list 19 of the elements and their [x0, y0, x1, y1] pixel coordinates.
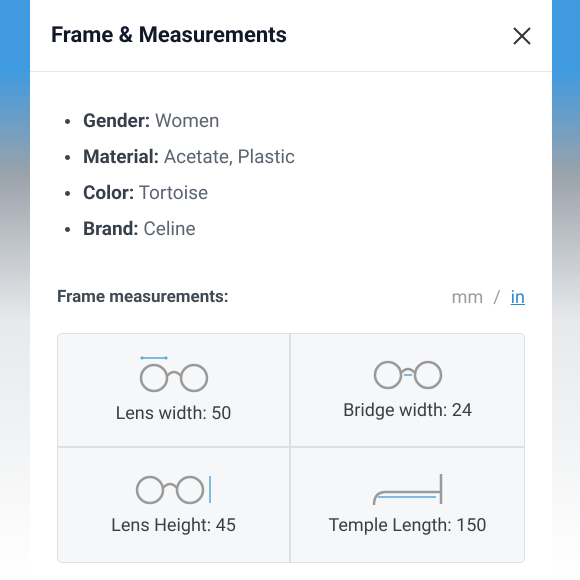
bullet-icon	[65, 155, 70, 160]
measurements-heading: Frame measurements:	[57, 286, 229, 309]
measurement-label: Lens Height: 45	[111, 514, 236, 538]
attribute-text: Material: Acetate, Plastic	[83, 144, 295, 170]
bullet-icon	[65, 119, 70, 124]
measurement-label: Lens width: 50	[116, 402, 232, 426]
attribute-text: Gender: Women	[83, 108, 220, 134]
lens-width-icon	[138, 354, 210, 394]
measurement-label: Temple Length: 150	[328, 514, 486, 538]
unit-separator: /	[493, 286, 501, 310]
unit-toggle[interactable]: mm	[452, 284, 484, 311]
bullet-icon	[65, 191, 70, 196]
bullet-icon	[65, 227, 70, 232]
measurement-label: Bridge width: 24	[343, 398, 472, 422]
attribute-text: Color: Tortoise	[83, 180, 208, 206]
attribute-text: Brand: Celine	[83, 216, 196, 242]
temple-icon	[372, 472, 444, 506]
unit-toggle[interactable]: in	[510, 284, 525, 311]
dialog-title: Frame & Measurements	[51, 22, 287, 50]
